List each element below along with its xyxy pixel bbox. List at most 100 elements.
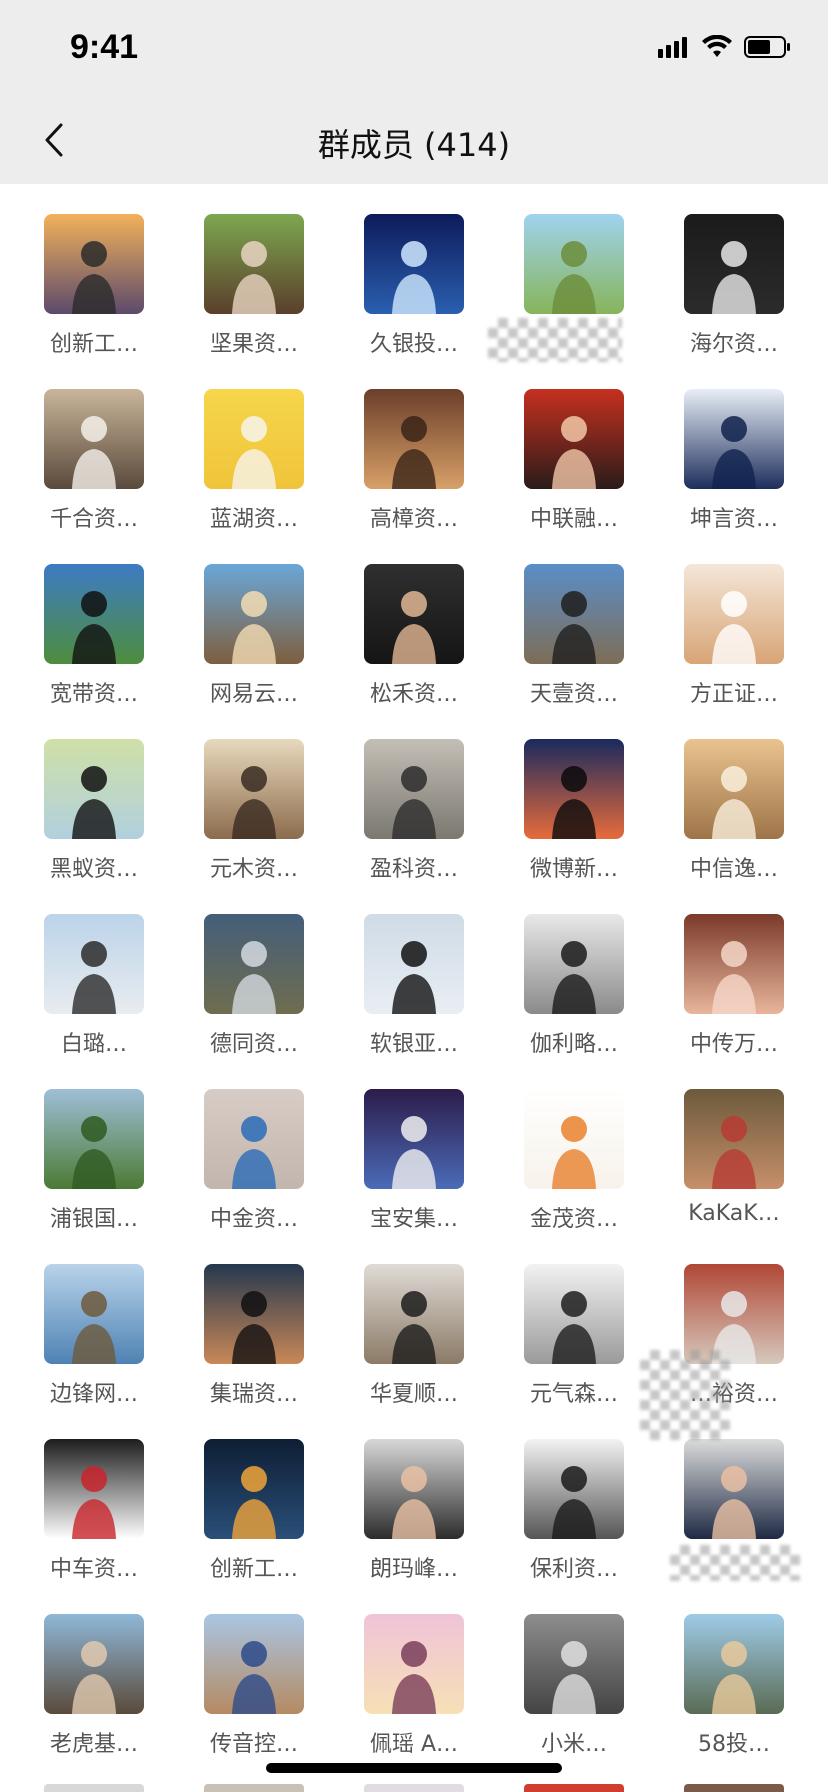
member-item[interactable]: 软银亚… [334,884,494,1059]
nav-bar: 群成员 (414) [0,100,828,184]
member-avatar[interactable] [204,739,304,839]
privacy-mosaic [670,1545,800,1581]
member-avatar[interactable] [524,1439,624,1539]
member-avatar[interactable] [364,564,464,664]
member-avatar[interactable] [684,1439,784,1539]
member-item[interactable]: 元木资… [174,709,334,884]
member-name: 海尔资… [689,332,778,357]
member-item[interactable]: 微博新… [494,709,654,884]
member-item[interactable]: 华夏顺… [334,1234,494,1409]
member-item[interactable]: 浦银国… [14,1059,174,1234]
member-item[interactable]: 中车资… [14,1409,174,1584]
member-item[interactable]: 中传万… [654,884,814,1059]
home-indicator[interactable] [266,1763,562,1773]
member-item[interactable]: 久银投… [334,184,494,359]
member-item[interactable]: 海尔资… [654,184,814,359]
member-item[interactable]: 传音控… [174,1584,334,1759]
member-avatar[interactable] [524,739,624,839]
member-item[interactable]: 创新工… [14,184,174,359]
member-avatar[interactable] [684,214,784,314]
member-avatar[interactable] [524,1089,624,1189]
member-avatar[interactable] [524,564,624,664]
member-item[interactable]: 松禾资… [334,534,494,709]
member-avatar[interactable] [524,214,624,314]
member-avatar[interactable] [684,914,784,1014]
member-item[interactable]: 创新工… [174,1409,334,1584]
member-item[interactable]: 黑蚁资… [14,709,174,884]
member-item[interactable]: 高樟资… [334,359,494,534]
member-avatar[interactable] [364,1439,464,1539]
member-name: 边锋网… [49,1382,138,1407]
member-item[interactable]: 中信逸… [654,709,814,884]
member-avatar[interactable] [524,389,624,489]
member-name: 松禾资… [369,682,458,707]
member-item[interactable]: 朗玛峰… [334,1409,494,1584]
member-avatar[interactable] [524,914,624,1014]
member-item[interactable]: KaKaK… [654,1059,814,1234]
member-item[interactable]: 宝安集… [334,1059,494,1234]
signal-icon [658,36,690,62]
member-avatar[interactable] [44,1614,144,1714]
member-item[interactable]: 元气森… [494,1234,654,1409]
member-avatar[interactable] [684,1264,784,1364]
member-name: 老虎基… [49,1732,138,1757]
wifi-icon [702,34,732,63]
member-item[interactable]: 天壹资… [494,534,654,709]
member-avatar[interactable] [684,564,784,664]
member-name: 元气森… [529,1382,618,1407]
member-avatar[interactable] [204,389,304,489]
member-item[interactable]: 中金资… [174,1059,334,1234]
member-grid: 创新工… 坚果资… 久银投… 海尔资… 千合资… 蓝湖资… 高樟资… 中联融… 坤言资… 宽带资…… [0,184,828,1759]
member-item[interactable]: 小米… [494,1584,654,1759]
member-avatar[interactable] [44,914,144,1014]
member-avatar[interactable] [684,1089,784,1189]
member-avatar[interactable] [684,1614,784,1714]
member-item[interactable]: 58投… [654,1584,814,1759]
member-item[interactable]: 边锋网… [14,1234,174,1409]
member-avatar[interactable] [204,914,304,1014]
member-item[interactable]: 老虎基… [14,1584,174,1759]
member-avatar[interactable] [44,1264,144,1364]
member-name: 佩瑶 A… [369,1732,459,1757]
member-avatar[interactable] [364,1089,464,1189]
member-avatar[interactable] [44,739,144,839]
member-avatar[interactable] [204,1264,304,1364]
member-avatar[interactable] [364,214,464,314]
member-item[interactable]: 中联融… [494,359,654,534]
member-item[interactable]: 集瑞资… [174,1234,334,1409]
member-item[interactable]: 坤言资… [654,359,814,534]
member-avatar[interactable] [524,1614,624,1714]
member-item[interactable]: 伽利略… [494,884,654,1059]
member-avatar[interactable] [204,1089,304,1189]
member-avatar[interactable] [364,1264,464,1364]
member-item[interactable]: 金茂资… [494,1059,654,1234]
member-item[interactable]: 保利资… [494,1409,654,1584]
member-avatar[interactable] [364,914,464,1014]
member-avatar[interactable] [44,214,144,314]
member-avatar[interactable] [204,564,304,664]
member-avatar[interactable] [524,1264,624,1364]
member-item[interactable]: 德同资… [174,884,334,1059]
member-item[interactable]: 千合资… [14,359,174,534]
member-item[interactable]: 坚果资… [174,184,334,359]
member-item[interactable]: 蓝湖资… [174,359,334,534]
member-avatar[interactable] [44,1089,144,1189]
member-avatar[interactable] [44,1439,144,1539]
member-avatar[interactable] [204,1439,304,1539]
member-item[interactable]: 盈科资… [334,709,494,884]
member-avatar[interactable] [364,1614,464,1714]
member-item[interactable]: 白璐… [14,884,174,1059]
member-item[interactable]: 网易云… [174,534,334,709]
member-item[interactable]: 宽带资… [14,534,174,709]
member-avatar[interactable] [684,389,784,489]
member-avatar[interactable] [44,564,144,664]
member-avatar[interactable] [204,1614,304,1714]
member-avatar[interactable] [364,739,464,839]
member-avatar[interactable] [204,214,304,314]
member-avatar[interactable] [364,389,464,489]
member-avatar[interactable] [684,739,784,839]
member-item[interactable]: 方正证… [654,534,814,709]
member-avatar[interactable] [44,389,144,489]
member-item[interactable]: 佩瑶 A… [334,1584,494,1759]
status-bar: 9:41 [0,0,828,100]
